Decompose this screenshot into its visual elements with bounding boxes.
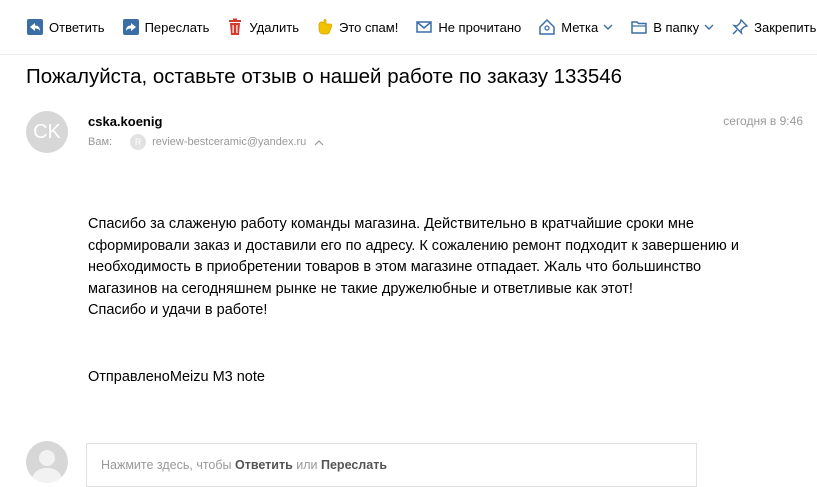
forward-label: Переслать [144, 19, 210, 35]
recipient-avatar: R [130, 134, 147, 150]
delete-button[interactable]: Удалить [226, 18, 299, 36]
label-label: Метка [561, 19, 599, 35]
unread-label: Не прочитано [438, 19, 522, 35]
recipient-address[interactable]: review-bestceramic@yandex.ru [152, 136, 306, 148]
message-toolbar: Ответить Переслать Удалить Это спам! Не … [0, 0, 817, 55]
thumb-down-icon [316, 18, 334, 36]
move-to-folder-button[interactable]: В папку [630, 18, 714, 36]
body-line: сформировали заказ и доставили его по ад… [88, 237, 739, 254]
user-avatar[interactable] [26, 441, 68, 483]
tag-icon [538, 18, 556, 36]
mark-unread-button[interactable]: Не прочитано [415, 18, 521, 36]
message-subject: Пожалуйста, оставьте отзыв о нашей работ… [26, 65, 623, 88]
pin-icon [731, 18, 749, 36]
reply-icon [26, 18, 44, 36]
to-label: Вам: [88, 136, 113, 148]
sender-avatar[interactable]: CK [26, 111, 68, 153]
quick-forward-link[interactable]: Переслать [321, 458, 387, 472]
quick-reply-link[interactable]: Ответить [235, 458, 293, 472]
user-silhouette-icon [31, 450, 63, 483]
pin-button[interactable]: Закрепить [731, 18, 816, 36]
reply-button[interactable]: Ответить [26, 18, 105, 36]
forward-button[interactable]: Переслать [122, 18, 210, 36]
quick-reply-or: или [292, 458, 321, 472]
folder-icon [630, 18, 648, 36]
body-line: Спасибо за слаженую работу команды магаз… [88, 216, 694, 232]
chevron-down-icon [603, 23, 613, 31]
chevron-down-icon [704, 23, 714, 31]
trash-icon [226, 18, 244, 36]
label-button[interactable]: Метка [538, 18, 613, 36]
spam-label: Это спам! [339, 19, 399, 35]
message-signature: ОтправленоMeizu M3 note [88, 369, 265, 385]
chevron-up-icon[interactable] [314, 139, 324, 146]
delete-label: Удалить [249, 19, 300, 35]
forward-icon [122, 18, 140, 36]
spam-button[interactable]: Это спам! [316, 18, 398, 36]
folder-label: В папку [653, 19, 700, 35]
message-date: сегодня в 9:46 [723, 114, 803, 128]
recipient-row: Вам: R review-bestceramic@yandex.ru [88, 134, 324, 150]
body-line: Спасибо и удачи в работе! [88, 302, 268, 318]
sender-name[interactable]: cska.koenig [88, 114, 162, 129]
quick-reply-box[interactable]: Нажмите здесь, чтобы Ответить или Пересл… [86, 443, 697, 487]
envelope-icon [415, 18, 433, 36]
body-line: магазинов на сегодняшнем рынке не такие … [88, 280, 633, 297]
body-line: необходимость в приобретении товаров в э… [88, 259, 702, 275]
pin-label: Закрепить [754, 19, 817, 35]
reply-label: Ответить [49, 19, 105, 35]
message-body: Спасибо за слаженую работу команды магаз… [88, 214, 788, 322]
avatar-initials: CK [33, 120, 61, 143]
quick-reply-prefix: Нажмите здесь, чтобы [101, 458, 236, 472]
